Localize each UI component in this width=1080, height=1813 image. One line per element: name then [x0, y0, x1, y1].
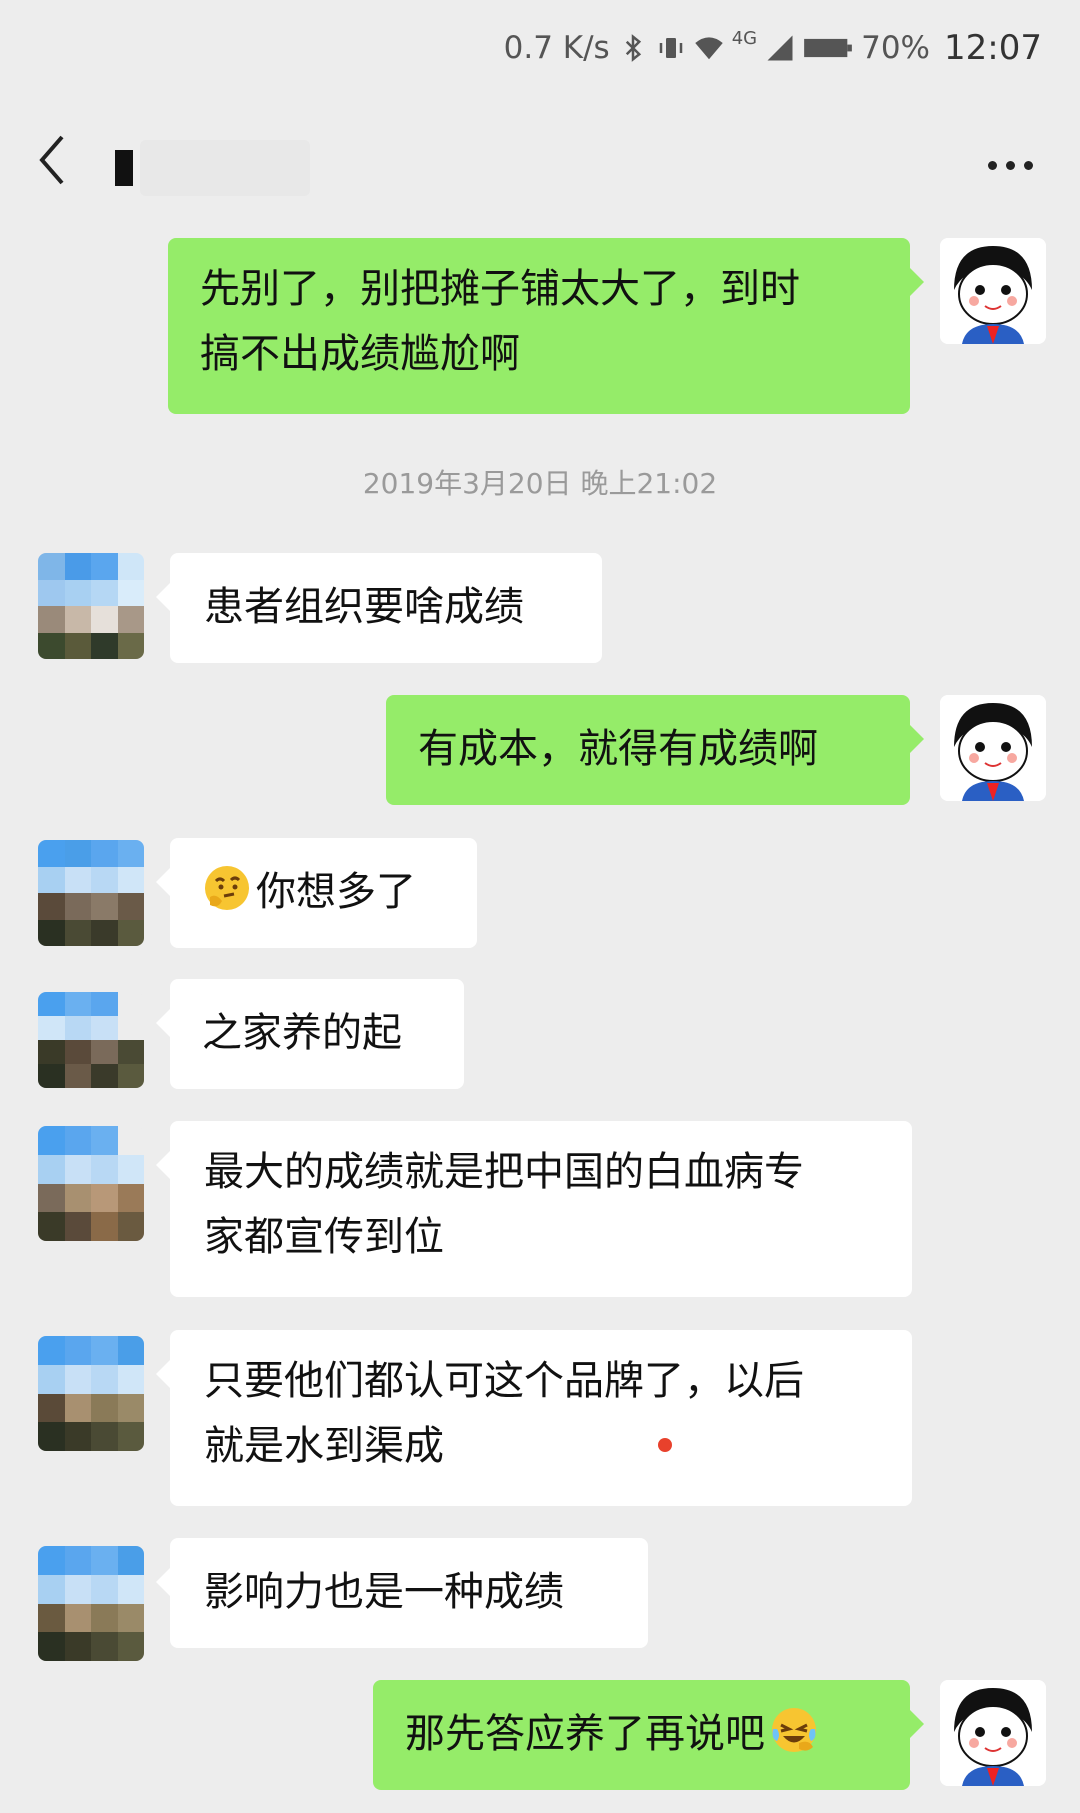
pixelated-avatar-image: [38, 553, 144, 659]
message-line: 家都宣传到位: [204, 1214, 444, 1260]
network-speed: 0.7 K/s: [503, 29, 610, 66]
message-line: 影响力也是一种成绩: [204, 1569, 564, 1615]
cartoon-boy-avatar: [940, 238, 1046, 344]
message-bubble-sent[interactable]: 先别了，别把摊子铺太大了，到时 搞不出成绩尴尬啊: [168, 238, 924, 414]
message-line: 搞不出成绩尴尬啊: [200, 331, 520, 377]
bluetooth-icon: [625, 33, 641, 62]
title-redaction: [140, 140, 310, 196]
chat-title: [115, 150, 133, 186]
message-bubble-received[interactable]: 之家养的起: [156, 979, 464, 1089]
contact-avatar[interactable]: [38, 1336, 144, 1451]
contact-avatar[interactable]: [38, 992, 144, 1088]
message-bubble-sent[interactable]: 有成本，就得有成绩啊: [386, 695, 924, 805]
message-line: 先别了，别把摊子铺太大了，到时: [200, 266, 800, 312]
message-line: 患者组织要啥成绩: [204, 584, 524, 630]
message-bubble-sent[interactable]: 那先答应养了再说吧: [373, 1680, 924, 1790]
message-line: 你想多了: [256, 869, 416, 915]
message-line: 最大的成绩就是把中国的白血病专: [204, 1149, 804, 1195]
message-line: 有成本，就得有成绩啊: [418, 726, 818, 772]
message-line: 就是水到渠成: [204, 1423, 444, 1469]
my-avatar[interactable]: [940, 1680, 1046, 1786]
pixelated-avatar-image: [38, 1336, 144, 1451]
pixelated-avatar-image: [38, 992, 144, 1088]
battery-icon: [804, 38, 852, 57]
wifi-icon: [694, 36, 723, 59]
message-bubble-received[interactable]: 只要他们都认可这个品牌了，以后 就是水到渠成: [156, 1330, 912, 1506]
message-bubble-received[interactable]: 你想多了: [156, 838, 477, 948]
message-line: 那先答应养了再说吧: [405, 1711, 765, 1757]
message-line: 之家养的起: [202, 1010, 402, 1056]
signal-icon: [767, 35, 793, 60]
cartoon-boy-avatar: [940, 1680, 1046, 1786]
unread-indicator-dot: [658, 1438, 672, 1452]
cartoon-boy-avatar: [940, 695, 1046, 801]
pixelated-avatar-image: [38, 1546, 144, 1661]
network-type: 4G: [731, 28, 758, 49]
chevron-left-icon[interactable]: [30, 125, 80, 195]
more-dots-icon[interactable]: [980, 150, 1040, 180]
thinking-face-emoji: [205, 866, 249, 910]
battery-level: 70%: [861, 29, 931, 66]
message-line: 只要他们都认可这个品牌了，以后: [204, 1358, 804, 1404]
message-timestamp: 2019年3月20日 晚上21:02: [362, 467, 718, 500]
laughing-tears-emoji: [772, 1708, 816, 1752]
my-avatar[interactable]: [940, 695, 1046, 801]
status-bar: 0.7 K/s 4G 70% 12:07: [0, 0, 1080, 95]
pixelated-avatar-image: [38, 1126, 144, 1241]
vibrate-icon: [659, 37, 682, 58]
message-bubble-received[interactable]: 最大的成绩就是把中国的白血病专 家都宣传到位: [156, 1121, 912, 1297]
message-bubble-received[interactable]: 患者组织要啥成绩: [156, 553, 602, 663]
contact-avatar[interactable]: [38, 553, 144, 659]
contact-avatar[interactable]: [38, 840, 144, 946]
message-bubble-received[interactable]: 影响力也是一种成绩: [156, 1538, 648, 1648]
chat-header: [0, 95, 1080, 225]
my-avatar[interactable]: [940, 238, 1046, 344]
clock: 12:07: [944, 27, 1042, 68]
pixelated-avatar-image: [38, 840, 144, 946]
contact-avatar[interactable]: [38, 1126, 144, 1241]
contact-avatar[interactable]: [38, 1546, 144, 1661]
